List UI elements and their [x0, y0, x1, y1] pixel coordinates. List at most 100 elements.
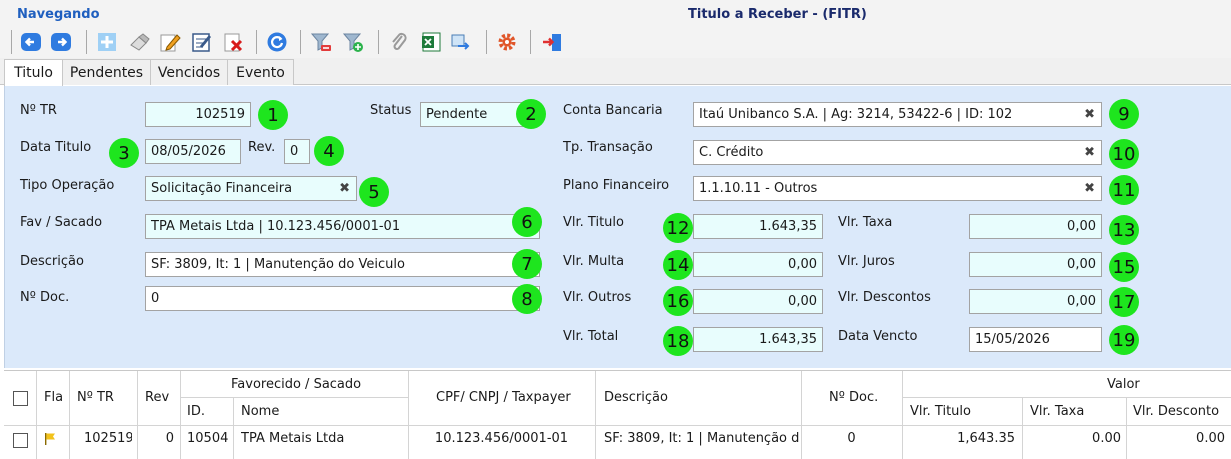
row-checkbox[interactable]: [13, 433, 28, 448]
add-filter-button[interactable]: [340, 30, 366, 54]
clear-icon[interactable]: ✖: [1084, 145, 1095, 160]
annotation-badge: 12: [663, 213, 693, 243]
nr-tr-field[interactable]: 102519: [145, 102, 251, 127]
transfer-icon: [451, 34, 470, 50]
cell-nome: TPA Metais Ltda: [241, 431, 345, 446]
clear-icon[interactable]: ✖: [1084, 181, 1095, 196]
tab-titulo[interactable]: Titulo: [4, 59, 63, 86]
toolbar-separator: [530, 30, 531, 54]
annotation-badge: 6: [512, 207, 542, 237]
toolbar-separator: [300, 30, 301, 54]
fav-sacado-label: Fav / Sacado: [20, 215, 103, 230]
tipo-operacao-select[interactable]: Solicitação Financeira ✖: [145, 176, 357, 201]
vlr-titulo-label: Vlr. Titulo: [563, 215, 624, 230]
paperclip-icon: [392, 32, 407, 50]
tab-pendentes[interactable]: Pendentes: [62, 59, 151, 85]
edit-button[interactable]: [157, 30, 183, 54]
next-record-button[interactable]: [48, 30, 74, 54]
data-titulo-field[interactable]: 08/05/2026: [145, 139, 241, 164]
vlr-multa-label: Vlr. Multa: [563, 254, 625, 269]
col-header-id[interactable]: ID.: [187, 404, 205, 419]
vlr-total-field[interactable]: 1.643,35: [693, 327, 823, 352]
col-header-favorecido-group: Favorecido / Sacado: [231, 377, 362, 392]
fav-sacado-field[interactable]: TPA Metais Ltda | 10.123.456/0001-01: [145, 214, 540, 239]
nr-doc-label: Nº Doc.: [20, 290, 70, 305]
toolbar-separator: [486, 30, 487, 54]
gear-icon: [498, 33, 516, 51]
attach-button[interactable]: [386, 30, 412, 54]
cell-vlr-desconto: 0.00: [1196, 431, 1225, 446]
clear-button[interactable]: [126, 30, 152, 54]
refresh-button[interactable]: [264, 30, 290, 54]
toolbar: [0, 26, 1231, 58]
delete-icon: [224, 33, 243, 52]
col-header-nr-doc[interactable]: Nº Doc.: [829, 390, 878, 405]
add-button[interactable]: [94, 30, 120, 54]
annotation-badge: 4: [314, 136, 344, 166]
conta-bancaria-label: Conta Bancaria: [563, 103, 663, 118]
annotation-badge: 17: [1109, 287, 1139, 317]
toolbar-separator: [11, 30, 12, 54]
select-all-checkbox[interactable]: [13, 391, 28, 406]
window-title: Titulo a Receber - (FITR): [688, 7, 867, 22]
navigation-status: Navegando: [17, 7, 100, 22]
vlr-taxa-label: Vlr. Taxa: [838, 215, 893, 230]
tab-vencidos[interactable]: Vencidos: [150, 59, 228, 85]
tp-transacao-select[interactable]: C. Crédito ✖: [693, 140, 1102, 165]
col-header-descricao[interactable]: Descrição: [604, 390, 668, 405]
vlr-taxa-field[interactable]: 0,00: [969, 214, 1102, 239]
cell-descricao: SF: 3809, It: 1 | Manutenção do: [604, 431, 799, 446]
edit-form-button[interactable]: [188, 30, 214, 54]
annotation-badge: 13: [1109, 215, 1139, 245]
delete-button[interactable]: [220, 30, 246, 54]
col-header-vlr-desconto[interactable]: Vlr. Desconto: [1133, 404, 1219, 419]
vlr-descontos-label: Vlr. Descontos: [838, 290, 931, 305]
previous-record-button[interactable]: [18, 30, 44, 54]
nr-tr-label: Nº TR: [20, 103, 57, 118]
exit-button[interactable]: [539, 30, 565, 54]
plano-financeiro-select[interactable]: 1.1.10.11 - Outros ✖: [693, 176, 1102, 201]
data-titulo-label: Data Titulo: [20, 140, 92, 155]
col-header-rev[interactable]: Rev: [145, 390, 169, 405]
vlr-descontos-field[interactable]: 0,00: [969, 289, 1102, 314]
vlr-titulo-field[interactable]: 1.643,35: [693, 214, 823, 239]
col-header-nr-tr[interactable]: Nº TR: [77, 390, 114, 405]
annotation-badge: 2: [516, 99, 546, 129]
annotation-badge: 18: [663, 326, 693, 356]
conta-bancaria-select[interactable]: Itaú Unibanco S.A. | Ag: 3214, 53422-6 |…: [693, 102, 1102, 127]
cell-cpf-cnpj: 10.123.456/0001-01: [434, 431, 569, 446]
clear-icon[interactable]: ✖: [339, 181, 350, 196]
col-header-cpf-cnpj[interactable]: CPF/ CNPJ / Taxpayer: [436, 390, 571, 405]
tipo-operacao-label: Tipo Operação: [20, 178, 115, 193]
col-header-fla[interactable]: Fla: [44, 390, 63, 405]
annotation-badge: 16: [663, 286, 693, 316]
toolbar-separator: [86, 30, 87, 54]
transfer-button[interactable]: [448, 30, 474, 54]
plano-financeiro-label: Plano Financeiro: [563, 178, 670, 193]
settings-button[interactable]: [494, 30, 520, 54]
clear-icon[interactable]: ✖: [1084, 107, 1095, 122]
nr-doc-field[interactable]: 0: [145, 286, 540, 311]
col-header-vlr-taxa[interactable]: Vlr. Taxa: [1030, 404, 1084, 419]
rev-field[interactable]: 0: [284, 139, 310, 164]
col-header-nome[interactable]: Nome: [241, 404, 279, 419]
tipo-operacao-value: Solicitação Financeira: [151, 181, 293, 196]
filter-add-icon: [342, 33, 363, 52]
cell-rev: 0: [165, 431, 174, 446]
vlr-outros-field[interactable]: 0,00: [693, 289, 823, 314]
vlr-multa-field[interactable]: 0,00: [693, 252, 823, 277]
descricao-field[interactable]: SF: 3809, It: 1 | Manutenção do Veiculo: [145, 252, 540, 277]
titulo-form: Nº TR 102519 Data Titulo 08/05/2026 Rev.…: [4, 86, 1231, 368]
tab-bar: Titulo Pendentes Vencidos Evento: [0, 58, 1231, 86]
export-excel-button[interactable]: [418, 30, 444, 54]
remove-filter-button[interactable]: [308, 30, 334, 54]
eraser-icon: [130, 33, 150, 51]
filter-remove-icon: [310, 33, 331, 51]
vlr-juros-field[interactable]: 0,00: [969, 252, 1102, 277]
tab-evento[interactable]: Evento: [227, 59, 294, 85]
arrow-left-icon: [21, 33, 41, 51]
data-vencto-field[interactable]: 15/05/2026: [969, 327, 1102, 352]
annotation-badge: 5: [359, 177, 389, 207]
col-header-vlr-titulo[interactable]: Vlr. Titulo: [910, 404, 971, 419]
add-icon: [98, 33, 116, 51]
